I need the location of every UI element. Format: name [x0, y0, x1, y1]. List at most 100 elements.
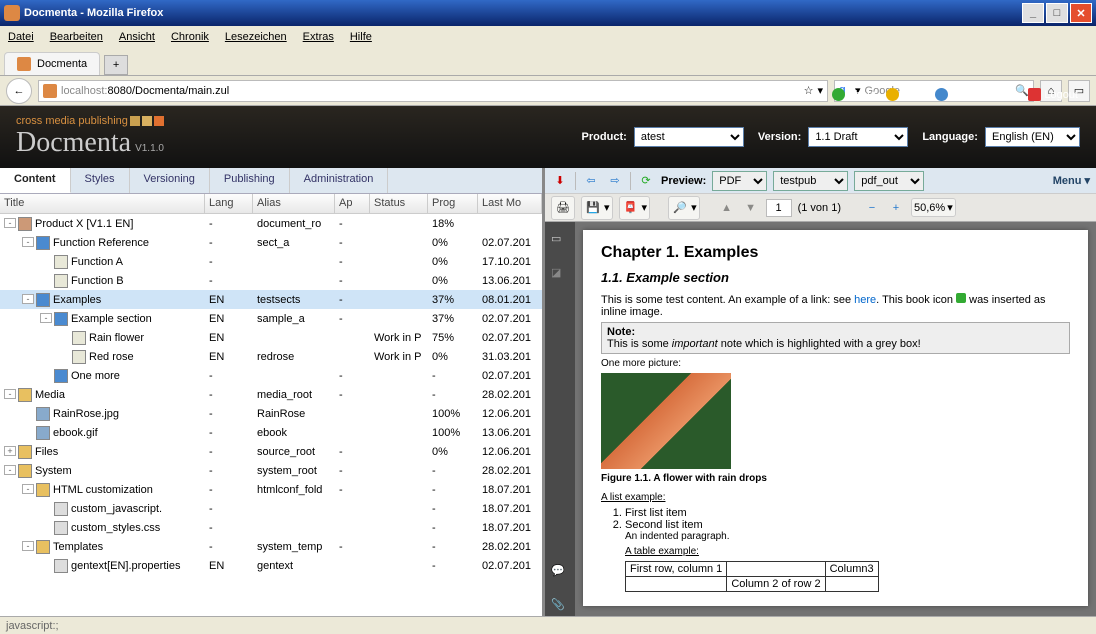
preview-format-select[interactable]: PDF	[712, 171, 767, 191]
language-select[interactable]: English (EN)	[985, 127, 1080, 147]
status-text: javascript:;	[6, 620, 59, 632]
print-icon[interactable]: 🖨	[554, 199, 572, 217]
preview-menu[interactable]: Menu ▾	[1053, 174, 1090, 187]
tree-row[interactable]: -HTML customization-htmlconf_fold--18.07…	[0, 480, 542, 499]
expander-icon[interactable]: -	[40, 313, 52, 323]
tab-publishing[interactable]: Publishing	[210, 168, 290, 193]
about-link[interactable]: About	[832, 88, 877, 101]
menu-lesezeichen[interactable]: Lesezeichen	[225, 31, 287, 43]
logout-link[interactable]: Logout	[1028, 88, 1078, 101]
zoom-value[interactable]: 50,6%	[914, 202, 945, 214]
firefox-menubar: Datei Bearbeiten Ansicht Chronik Lesezei…	[0, 26, 1096, 48]
tree-row[interactable]: RainRose.jpg-RainRose100%12.06.201	[0, 404, 542, 423]
expander-icon[interactable]: -	[22, 294, 34, 304]
col-mod[interactable]: Last Mo	[478, 194, 542, 213]
menu-chronik[interactable]: Chronik	[171, 31, 209, 43]
tree-row[interactable]: Function B--0%13.06.201	[0, 271, 542, 290]
tab-administration[interactable]: Administration	[290, 168, 389, 193]
col-lang[interactable]: Lang	[205, 194, 253, 213]
tree-row[interactable]: -Product X [V1.1 EN]-document_ro-18%	[0, 214, 542, 233]
page-input[interactable]	[766, 199, 792, 217]
doc-p2: One more picture:	[601, 358, 1070, 369]
next-icon[interactable]: ⇨	[606, 172, 624, 190]
page-of: (1 von 1)	[798, 202, 841, 214]
tree-row[interactable]: +Files-source_root-0%12.06.201	[0, 442, 542, 461]
attach-icon[interactable]: 📎	[551, 598, 569, 616]
tab-styles[interactable]: Styles	[71, 168, 130, 193]
zoom-in-icon[interactable]: +	[887, 199, 905, 217]
doc-icon	[54, 274, 68, 288]
expander-icon[interactable]: -	[22, 541, 34, 551]
col-alias[interactable]: Alias	[253, 194, 335, 213]
branding-tagline: cross media publishing	[16, 115, 164, 127]
tab-content[interactable]: Content	[0, 168, 71, 193]
product-select[interactable]: atest	[634, 127, 744, 147]
save-icon[interactable]: 💾	[584, 199, 602, 217]
tab-versioning[interactable]: Versioning	[130, 168, 210, 193]
browser-tab[interactable]: Docmenta	[4, 52, 100, 75]
dropdown-icon[interactable]: ▾	[817, 84, 823, 97]
find-icon[interactable]: 🔎	[671, 199, 689, 217]
left-pane: Content Styles Versioning Publishing Adm…	[0, 168, 545, 616]
doc-link-here[interactable]: here	[854, 294, 876, 306]
maximize-button[interactable]: □	[1046, 3, 1068, 23]
thumbnails-icon[interactable]: ▭	[551, 232, 569, 250]
tree-row[interactable]: -Media-media_root--28.02.201	[0, 385, 542, 404]
page-down-icon[interactable]: ▼	[742, 199, 760, 217]
tree-row[interactable]: Function A--0%17.10.201	[0, 252, 542, 271]
col-ap[interactable]: Ap	[335, 194, 370, 213]
url-bar[interactable]: localhost:8080/Docmenta/main.zul ☆ ▾	[38, 80, 828, 102]
col-status[interactable]: Status	[370, 194, 428, 213]
pdf-viewport[interactable]: Chapter 1. Examples 1.1. Example section…	[575, 222, 1096, 616]
expander-icon[interactable]: -	[22, 237, 34, 247]
prev-icon[interactable]: ⇦	[582, 172, 600, 190]
col-title[interactable]: Title	[0, 194, 205, 213]
table-label: A table example:	[625, 546, 1070, 557]
menu-hilfe[interactable]: Hilfe	[350, 31, 372, 43]
url-text: localhost:8080/Docmenta/main.zul	[61, 85, 229, 97]
tree-row[interactable]: Rain flowerENWork in P75%02.07.201	[0, 328, 542, 347]
tree-row[interactable]: Red roseENredroseWork in P0%31.03.201	[0, 347, 542, 366]
comment-icon[interactable]: 💬	[551, 564, 569, 582]
tree-row[interactable]: -System-system_root--28.02.201	[0, 461, 542, 480]
tree-row[interactable]: gentext[EN].propertiesENgentext-02.07.20…	[0, 556, 542, 575]
menu-ansicht[interactable]: Ansicht	[119, 31, 155, 43]
expander-icon[interactable]: -	[22, 484, 34, 494]
page-up-icon[interactable]: ▲	[718, 199, 736, 217]
tree-row[interactable]: custom_javascript.--18.07.201	[0, 499, 542, 518]
profile-link[interactable]: Profile: admin	[935, 88, 1018, 101]
pdf-icon[interactable]: ⬇	[551, 172, 569, 190]
close-button[interactable]: ✕	[1070, 3, 1092, 23]
menu-datei[interactable]: Datei	[8, 31, 34, 43]
back-button[interactable]: ←	[6, 78, 32, 104]
expander-icon[interactable]: -	[4, 465, 16, 475]
version-select[interactable]: 1.1 Draft	[808, 127, 908, 147]
new-tab-button[interactable]: +	[104, 55, 128, 75]
tree-row[interactable]: ebook.gif-ebook100%13.06.201	[0, 423, 542, 442]
tree-row[interactable]: -Templates-system_temp--28.02.201	[0, 537, 542, 556]
tree-row[interactable]: One more---02.07.201	[0, 366, 542, 385]
star-icon[interactable]: ☆	[804, 84, 814, 97]
expander-icon[interactable]: -	[4, 218, 16, 228]
col-prog[interactable]: Prog	[428, 194, 478, 213]
refresh-icon[interactable]: ⟳	[637, 172, 655, 190]
preview-pub-select[interactable]: testpub	[773, 171, 848, 191]
help-link[interactable]: Help	[886, 88, 925, 101]
preview-out-select[interactable]: pdf_out	[854, 171, 924, 191]
tree-row[interactable]: -Example sectionENsample_a-37%02.07.201	[0, 309, 542, 328]
tree-body[interactable]: -Product X [V1.1 EN]-document_ro-18%-Fun…	[0, 214, 542, 616]
tree-row[interactable]: -ExamplesENtestsects-37%08.01.201	[0, 290, 542, 309]
expander-icon[interactable]: +	[4, 446, 16, 456]
app-version: V1.1.0	[135, 143, 164, 154]
expander-icon[interactable]: -	[4, 389, 16, 399]
file-icon	[54, 559, 68, 573]
tree-row[interactable]: custom_styles.css--18.07.201	[0, 518, 542, 537]
send-icon[interactable]: 📮	[622, 199, 640, 217]
menu-extras[interactable]: Extras	[303, 31, 334, 43]
minimize-button[interactable]: _	[1022, 3, 1044, 23]
zoom-out-icon[interactable]: −	[863, 199, 881, 217]
firefox-icon	[4, 5, 20, 21]
tree-row[interactable]: -Function Reference-sect_a-0%02.07.201	[0, 233, 542, 252]
menu-bearbeiten[interactable]: Bearbeiten	[50, 31, 103, 43]
bookmarks-icon[interactable]: ◪	[551, 266, 569, 284]
